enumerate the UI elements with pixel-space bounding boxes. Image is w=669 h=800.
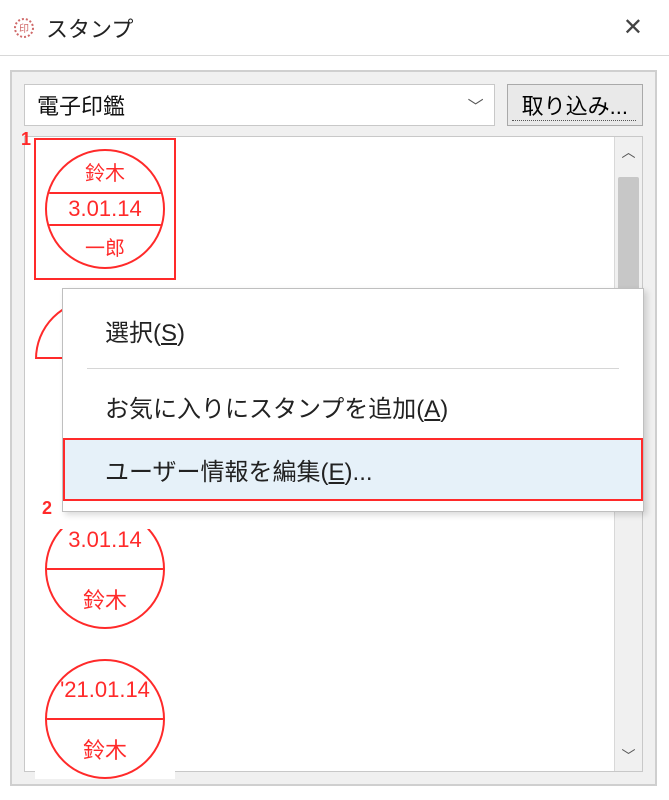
stamp-seal: 鈴木 3.01.14 一郎 [45,149,165,269]
menu-item-label: 選択(S) [105,320,185,347]
import-button[interactable]: 取り込み... [507,84,643,126]
menu-item-add-favorite[interactable]: お気に入りにスタンプを追加(A) [63,375,643,438]
titlebar-left: 印 スタンプ [12,12,133,44]
annotation-marker-1: 1 [21,129,31,150]
stamp-seal: 3.01.14 鈴木 [45,529,165,629]
close-button[interactable]: ✕ [615,9,651,46]
import-button-label: 取り込み... [522,94,628,119]
stamp-top-text: 3.01.14 [47,529,163,570]
stamp-top-text: 鈴木 [85,151,125,192]
menu-item-edit-user-info[interactable]: ユーザー情報を編集(E)... [63,438,643,501]
menu-item-label: ユーザー情報を編集(E)... [105,459,373,486]
menu-item-label: お気に入りにスタンプを追加(A) [105,396,448,423]
scroll-thumb[interactable] [618,177,639,305]
menu-separator [87,368,619,369]
menu-item-select[interactable]: 選択(S) [63,299,643,362]
scroll-down-arrow-icon[interactable]: ﹀ [615,741,642,771]
stamp-item-3[interactable]: 3.01.14 鈴木 [35,529,175,639]
window-title: スタンプ [46,12,133,44]
dropdown-value: 電子印鑑 [37,89,125,121]
svg-text:印: 印 [19,23,29,35]
stamp-bot-text: 鈴木 [83,720,127,777]
stamp-mid-text: 3.01.14 [47,192,163,227]
chevron-down-icon: ﹀ [468,93,484,117]
stamp-bot-text: 一郎 [85,226,125,267]
stamp-top-text: '21.01.14 [47,661,163,720]
stamp-item-4[interactable]: '21.01.14 鈴木 [35,659,175,779]
stamp-bot-text: 鈴木 [83,570,127,627]
annotation-marker-2: 2 [42,498,52,519]
stamp-category-dropdown[interactable]: 電子印鑑 ﹀ [24,84,495,126]
toolbar: 電子印鑑 ﹀ 取り込み... [12,72,655,136]
context-menu: 選択(S) お気に入りにスタンプを追加(A) ユーザー情報を編集(E)... [62,288,644,512]
app-icon: 印 [12,16,36,40]
stamp-item-1[interactable]: 鈴木 3.01.14 一郎 [35,139,175,279]
scroll-up-arrow-icon[interactable]: ︿ [615,137,642,167]
titlebar: 印 スタンプ ✕ [0,0,669,56]
stamp-seal: '21.01.14 鈴木 [45,659,165,779]
